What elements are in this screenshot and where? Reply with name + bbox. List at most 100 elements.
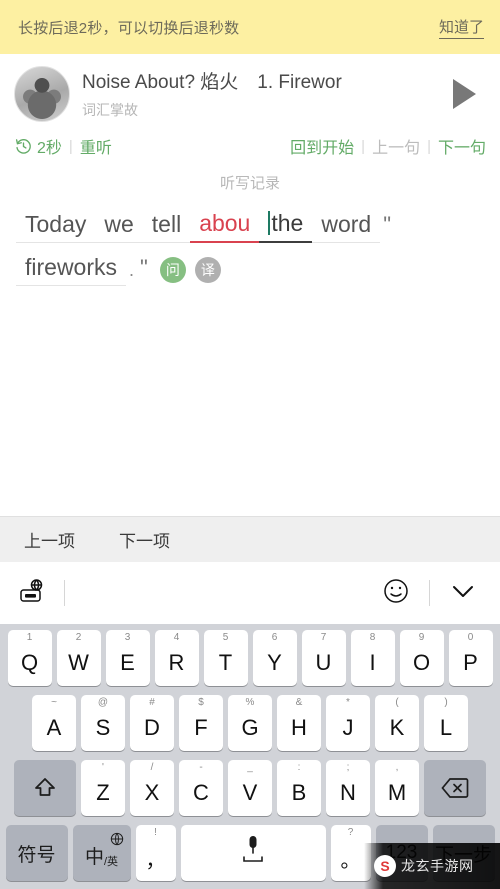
language-key-main: 中 bbox=[84, 846, 104, 868]
next-item-button[interactable]: 下一项 bbox=[119, 527, 170, 552]
watermark-logo-icon: S bbox=[374, 855, 396, 877]
dictation-word-error[interactable]: abou bbox=[190, 207, 260, 243]
dictation-word[interactable]: word bbox=[312, 208, 381, 243]
key-label: L bbox=[439, 715, 453, 740]
smiley-icon[interactable] bbox=[381, 576, 411, 611]
key-h[interactable]: & H bbox=[277, 695, 321, 751]
next-sentence-button[interactable]: 下一句 bbox=[438, 134, 486, 158]
app-screen: 长按后退2秒，可以切换后退秒数 知道了 Noise About? 焰火 1. F… bbox=[0, 0, 500, 889]
key-e[interactable]: 3E bbox=[105, 630, 150, 686]
key-label: C bbox=[193, 780, 209, 805]
text-caret bbox=[268, 211, 271, 235]
key-hint: _ bbox=[247, 762, 253, 773]
key-label: F bbox=[194, 715, 208, 740]
key-label: Q bbox=[20, 650, 39, 675]
key-s[interactable]: @ S bbox=[81, 695, 125, 751]
key-x[interactable]: / X bbox=[130, 760, 174, 816]
watermark-text: 龙玄手游网 bbox=[401, 858, 474, 874]
keyboard-nav-bar: 上一项 下一项 bbox=[0, 516, 500, 562]
globe-keyboard-icon[interactable] bbox=[18, 577, 46, 610]
rewind-seconds-label[interactable]: 2秒 bbox=[37, 134, 62, 158]
key-label: A bbox=[46, 715, 62, 740]
control-separator-2: | bbox=[361, 137, 366, 155]
key-label: P bbox=[463, 650, 478, 675]
key-hint: , bbox=[395, 762, 399, 773]
key-hint: 9 bbox=[418, 632, 425, 643]
key-y[interactable]: 6Y bbox=[252, 630, 297, 686]
key-hint: & bbox=[295, 697, 303, 708]
hint-banner-dismiss-button[interactable]: 知道了 bbox=[438, 16, 484, 39]
globe-icon bbox=[110, 830, 124, 852]
back-to-start-button[interactable]: 回到开始 bbox=[290, 134, 354, 158]
key-d[interactable]: # D bbox=[130, 695, 174, 751]
key-z[interactable]: ' Z bbox=[81, 760, 125, 816]
key-hint: : bbox=[297, 762, 301, 773]
key-label: H bbox=[291, 715, 307, 740]
dictation-word[interactable]: fireworks bbox=[16, 251, 127, 286]
hint-banner-message: 长按后退2秒，可以切换后退秒数 bbox=[18, 19, 240, 37]
key-hint: ( bbox=[395, 697, 399, 708]
key-label: U bbox=[315, 650, 332, 675]
dictation-line: Today we tell abou the word " bbox=[16, 207, 484, 243]
dictation-word[interactable]: Today bbox=[16, 208, 96, 243]
key-k[interactable]: (K bbox=[375, 695, 419, 751]
key-label: M bbox=[387, 780, 407, 805]
key-p[interactable]: 0P bbox=[448, 630, 493, 686]
key-u[interactable]: 7U bbox=[301, 630, 346, 686]
key-hint: * bbox=[346, 697, 350, 708]
key-r[interactable]: 4R bbox=[154, 630, 199, 686]
key-n[interactable]: ; N bbox=[326, 760, 370, 816]
keyboard: 上一项 下一项 1 Q 2 W 3 E 4 R 5 T 6 Y 7 U 8 I … bbox=[0, 516, 500, 889]
rewind-circular-arrow-icon[interactable] bbox=[14, 137, 33, 156]
key-label: G bbox=[241, 715, 259, 740]
key-hint: % bbox=[245, 697, 255, 708]
key-label: B bbox=[291, 780, 307, 805]
dictation-punctuation: " bbox=[140, 255, 148, 280]
dictation-word-current[interactable]: the bbox=[259, 207, 313, 243]
prev-item-button[interactable]: 上一项 bbox=[24, 527, 75, 552]
key-label: E bbox=[120, 650, 135, 675]
symbols-key[interactable]: 符号 bbox=[5, 825, 68, 881]
space-key[interactable] bbox=[180, 825, 326, 881]
replay-button[interactable]: 重听 bbox=[80, 134, 112, 158]
key-v[interactable]: _ V bbox=[228, 760, 272, 816]
shift-key[interactable] bbox=[14, 760, 76, 816]
key-f[interactable]: $ F bbox=[179, 695, 223, 751]
key-i[interactable]: 8I bbox=[350, 630, 395, 686]
key-o[interactable]: 9O bbox=[399, 630, 444, 686]
key-hint: ; bbox=[346, 762, 350, 773]
translate-badge[interactable]: 译 bbox=[194, 257, 221, 283]
play-button[interactable] bbox=[442, 72, 486, 116]
key-hint: 0 bbox=[467, 632, 474, 643]
key-b[interactable]: :B bbox=[277, 760, 321, 816]
ask-badge[interactable]: 问 bbox=[159, 257, 186, 283]
key-g[interactable]: % G bbox=[228, 695, 272, 751]
dictation-word[interactable]: tell bbox=[142, 208, 191, 243]
key-m[interactable]: ,M bbox=[375, 760, 419, 816]
key-hint: 4 bbox=[173, 632, 180, 643]
key-hint: ) bbox=[444, 697, 448, 708]
key-hint: ~ bbox=[51, 697, 57, 708]
key-hint: 8 bbox=[369, 632, 376, 643]
chevron-down-icon[interactable] bbox=[448, 580, 478, 607]
dictation-word[interactable]: we bbox=[95, 208, 143, 243]
podcast-avatar[interactable] bbox=[14, 66, 70, 122]
key-w[interactable]: 2W bbox=[56, 630, 101, 686]
key-j[interactable]: * J bbox=[326, 695, 370, 751]
key-t[interactable]: 5T bbox=[203, 630, 248, 686]
key-c[interactable]: -C bbox=[179, 760, 223, 816]
key-a[interactable]: ~ A bbox=[32, 695, 76, 751]
key-hint: / bbox=[150, 762, 154, 773]
player-header: Noise About? 焰火 1. Firewor 词汇掌故 bbox=[0, 54, 500, 122]
key-label: W bbox=[68, 650, 89, 675]
keyboard-row: 1Q2W3E4R5T6Y7U8I9O0P bbox=[3, 630, 497, 686]
key-hint: 1 bbox=[26, 632, 33, 643]
prev-sentence-button[interactable]: 上一句 bbox=[372, 134, 420, 158]
comma-key[interactable]: ! ， bbox=[135, 825, 176, 881]
key-q[interactable]: 1Q bbox=[7, 630, 52, 686]
language-toggle-key[interactable]: 中/英 bbox=[72, 825, 131, 881]
key-l[interactable]: ) L bbox=[424, 695, 468, 751]
period-key-hint: ? bbox=[347, 827, 354, 838]
backspace-key[interactable] bbox=[424, 760, 486, 816]
microphone-icon bbox=[236, 832, 270, 874]
